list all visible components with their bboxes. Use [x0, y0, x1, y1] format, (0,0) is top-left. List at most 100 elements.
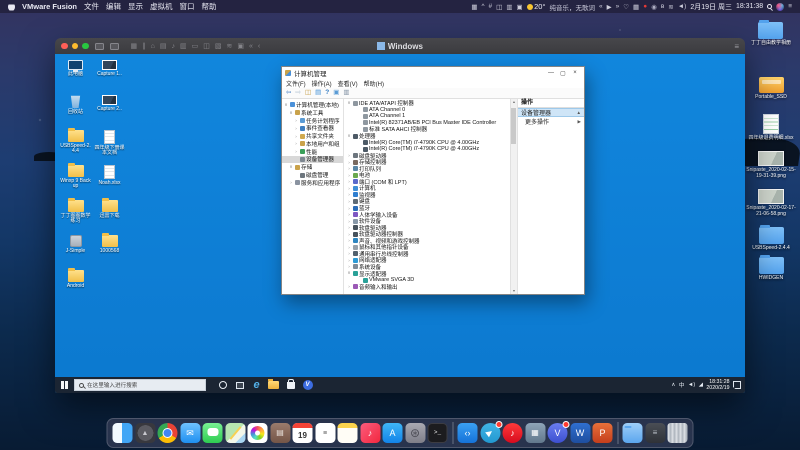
app-store-icon[interactable]: A — [383, 423, 403, 443]
expand-arrow-icon[interactable]: › — [347, 284, 351, 289]
mac-desktop-icon-6[interactable]: HWIDGEN — [759, 257, 784, 282]
network-icon[interactable]: ▧ — [215, 43, 222, 50]
zoom-button[interactable] — [82, 43, 89, 50]
close-button[interactable]: × — [569, 68, 581, 78]
menu-item-2[interactable]: 显示 — [128, 1, 143, 12]
expand-arrow-icon[interactable]: › — [347, 199, 351, 204]
sharing-icon[interactable]: ≋ — [226, 43, 232, 50]
device-node-28[interactable]: › 音频输入和输出 — [344, 283, 510, 290]
cm-menu-item-3[interactable]: 帮助(H) — [364, 79, 384, 88]
expand-arrow-icon[interactable]: ∨ — [347, 100, 351, 106]
tree-item-4[interactable]: › 共享文件夹 — [282, 132, 343, 140]
vscode-icon[interactable]: ‹› — [458, 423, 478, 443]
dock-divider[interactable] — [452, 422, 453, 444]
siri-icon[interactable] — [776, 3, 784, 11]
menu-item-5[interactable]: 帮助 — [202, 1, 217, 12]
cm-menu-item-1[interactable]: 操作(A) — [312, 79, 332, 88]
mail-icon[interactable]: ✉ — [180, 423, 200, 443]
windows-desktop-icon-2[interactable]: USBSpeed-2.4.4 — [60, 130, 91, 164]
input-source-icon[interactable]: ▥ — [506, 3, 512, 11]
downloads-folder-icon[interactable] — [623, 423, 643, 443]
windows-desktop-icon-11[interactable]: 迅雷下载 — [94, 200, 125, 234]
camera-icon[interactable]: ▣ — [237, 43, 244, 50]
expand-arrow-icon[interactable]: ∨ — [289, 110, 293, 116]
system-preferences-icon[interactable]: ⊛ — [405, 423, 425, 443]
minimize-button[interactable]: — — [545, 68, 557, 78]
tree-item-8[interactable]: ∨ 存储 — [282, 163, 343, 171]
vm-settings-icon[interactable]: ≡ — [734, 42, 739, 51]
expand-arrow-icon[interactable]: › — [294, 149, 298, 154]
expand-arrow-icon[interactable]: › — [347, 264, 351, 269]
vmware-fusion-icon[interactable]: ▦ — [525, 423, 545, 443]
expand-arrow-icon[interactable]: › — [347, 225, 351, 230]
cm-titlebar[interactable]: 计算机管理 — ▢ × — [282, 67, 584, 79]
minimize-button[interactable] — [72, 43, 79, 50]
expand-arrow-icon[interactable]: › — [289, 180, 293, 185]
menu-item-3[interactable]: 虚拟机 — [150, 1, 173, 12]
file-explorer-icon[interactable] — [265, 377, 282, 393]
help-icon[interactable]: ? — [325, 90, 329, 97]
taskbar-search[interactable]: 在这里输入进行搜索 — [74, 379, 206, 391]
volume-icon[interactable]: ◄) — [678, 3, 687, 10]
weather-indicator[interactable]: 20° — [527, 2, 546, 11]
expand-arrow-icon[interactable]: › — [294, 134, 298, 139]
keyboard-brightness-icon[interactable]: ^ — [481, 3, 484, 10]
action-pane-icon[interactable]: ▥ — [343, 90, 349, 97]
previous-track-icon[interactable]: « — [599, 3, 603, 10]
expand-arrow-icon[interactable]: › — [347, 179, 351, 184]
finder-icon[interactable] — [113, 423, 133, 443]
collapse-toolbar-icon[interactable]: ‹ — [258, 43, 260, 50]
expand-arrow-icon[interactable]: › — [347, 186, 351, 191]
cortana-icon[interactable] — [214, 377, 231, 393]
taskbar-clock[interactable]: 18:31:28 2020/2/19 — [706, 379, 729, 391]
windows-desktop-icon-7[interactable]: Capture 1.. — [94, 60, 125, 94]
back-icon[interactable]: ⇦ — [286, 90, 291, 97]
mac-desktop-icon-1[interactable]: Portable_SSD — [755, 77, 787, 101]
properties-icon[interactable]: ▤ — [315, 90, 321, 97]
music-app-icon[interactable]: ● — [643, 3, 647, 10]
tree-item-7[interactable]: 设备管理器 — [282, 156, 343, 164]
cm-menu-item-0[interactable]: 文件(F) — [286, 79, 306, 88]
expand-arrow-icon[interactable]: ∨ — [284, 102, 288, 108]
play-icon[interactable]: ▶ — [607, 3, 612, 11]
menu-bar-clock[interactable]: 18:31:38 — [736, 3, 763, 10]
tree-item-5[interactable]: › 本地用户和组 — [282, 140, 343, 148]
menu-bar-date[interactable]: 2月19日 周三 — [690, 2, 732, 12]
actions-device-manager[interactable]: 设备管理器 ▲ — [518, 108, 584, 117]
active-app-name[interactable]: VMware Fusion — [22, 2, 77, 11]
expand-arrow-icon[interactable]: › — [294, 126, 298, 131]
menu-item-4[interactable]: 窗口 — [180, 1, 195, 12]
telegram-icon[interactable]: ▶ — [480, 423, 500, 443]
maps-icon[interactable] — [225, 423, 245, 443]
tree-item-0[interactable]: ∨ 计算机管理(本地) — [282, 101, 343, 109]
windows-desktop-icon-8[interactable]: Capture 2.. — [94, 95, 125, 129]
tree-item-10[interactable]: › 服务和应用程序 — [282, 179, 343, 187]
expand-arrow-icon[interactable]: › — [347, 160, 351, 165]
mac-desktop-icon-2[interactable]: 四年级退费明细.xlsx — [748, 114, 793, 142]
notification-center-icon[interactable]: ≡ — [788, 3, 792, 10]
powerpoint-icon[interactable]: P — [593, 423, 613, 443]
windows-desktop-icon-3[interactable]: Winxp 9 Backup — [60, 165, 91, 199]
mac-desktop-icon-3[interactable]: Snipaste_2020-02-15-19-31-39.png — [746, 151, 796, 180]
launchpad-icon[interactable]: ▲ — [135, 423, 155, 443]
heart-icon[interactable]: ♡ — [623, 3, 629, 11]
next-track-icon[interactable]: » — [616, 3, 620, 10]
terminal-icon[interactable]: >_ — [428, 423, 448, 443]
clipboard-manager-icon[interactable]: ◫ — [496, 3, 502, 11]
expand-arrow-icon[interactable]: › — [347, 212, 351, 217]
contacts-icon[interactable]: ▤ — [270, 423, 290, 443]
expand-arrow-icon[interactable]: › — [347, 173, 351, 178]
expand-arrow-icon[interactable]: › — [347, 166, 351, 171]
home-icon[interactable]: ⌂ — [151, 43, 155, 50]
expand-arrow-icon[interactable]: ∨ — [347, 133, 351, 139]
actions-more[interactable]: 更多操作 ▶ — [518, 117, 584, 126]
windows-desktop-icon-6[interactable]: Android — [60, 270, 91, 304]
menu-item-0[interactable]: 文件 — [84, 1, 99, 12]
mac-desktop-icon-0[interactable]: 丁丁自由教学相册 — [751, 22, 791, 47]
mac-desktop-icon-4[interactable]: Snipaste_2020-02-17-21-06-58.png — [746, 189, 796, 218]
expand-arrow-icon[interactable]: ∨ — [347, 270, 351, 276]
scroll-up-icon[interactable]: ▲ — [512, 100, 515, 104]
now-playing-text[interactable]: 纯音乐，无歌词 — [549, 2, 595, 12]
photos-icon[interactable] — [248, 423, 268, 443]
screen-capture-icon[interactable]: ▣ — [516, 3, 522, 11]
